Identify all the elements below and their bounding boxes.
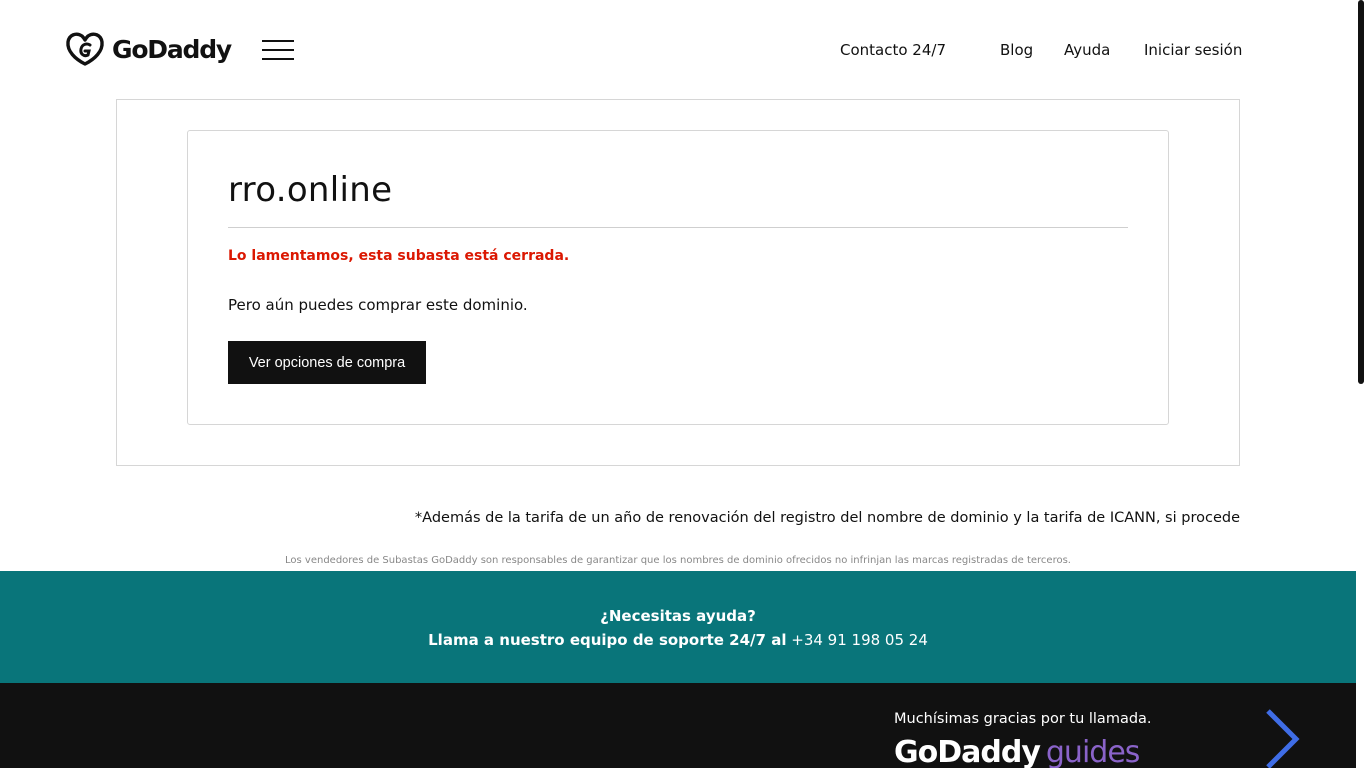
godaddy-mark-icon <box>66 32 104 66</box>
site-header: GoDaddy Contacto 24/7 Blog Ayuda Iniciar… <box>0 0 1356 100</box>
scrollbar-thumb[interactable] <box>1358 0 1364 384</box>
nav-login-link[interactable]: Iniciar sesión <box>1144 41 1242 59</box>
help-call-line: Llama a nuestro equipo de soporte 24/7 a… <box>0 631 1356 649</box>
nav-contact-link[interactable]: Contacto 24/7 <box>840 41 946 59</box>
godaddy-logo[interactable]: GoDaddy <box>65 31 232 67</box>
view-purchase-options-button[interactable]: Ver opciones de compra <box>228 341 426 384</box>
guides-word: guides <box>1045 735 1141 768</box>
trademark-disclaimer: Los vendedores de Subastas GoDaddy son r… <box>285 555 1071 566</box>
help-call-text: Llama a nuestro equipo de soporte 24/7 a… <box>428 631 787 649</box>
domain-title: rro.online <box>228 170 393 210</box>
fee-note: *Además de la tarifa de un año de renova… <box>414 510 1240 526</box>
help-banner: ¿Necesitas ayuda? Llama a nuestro equipo… <box>0 571 1356 683</box>
guides-brand: GoDaddy <box>894 735 1041 768</box>
arrow-right-icon[interactable] <box>1190 708 1302 768</box>
guides-footer: Muchísimas gracias por tu llamada. GoDad… <box>0 683 1356 768</box>
nav-blog-link[interactable]: Blog <box>1000 41 1033 59</box>
thanks-text: Muchísimas gracias por tu llamada. <box>894 711 1152 727</box>
buy-domain-message: Pero aún puedes comprar este dominio. <box>228 296 528 314</box>
auction-closed-message: Lo lamentamos, esta subasta está cerrada… <box>228 248 570 264</box>
support-phone-link[interactable]: +34 91 198 05 24 <box>791 631 928 649</box>
help-question: ¿Necesitas ayuda? <box>600 607 756 625</box>
logo-wordmark: GoDaddy <box>112 34 232 64</box>
title-divider <box>228 227 1128 228</box>
menu-icon[interactable] <box>262 40 294 60</box>
nav-help-link[interactable]: Ayuda <box>1064 41 1110 59</box>
godaddy-guides-logo: GoDaddy guides <box>894 735 1141 768</box>
